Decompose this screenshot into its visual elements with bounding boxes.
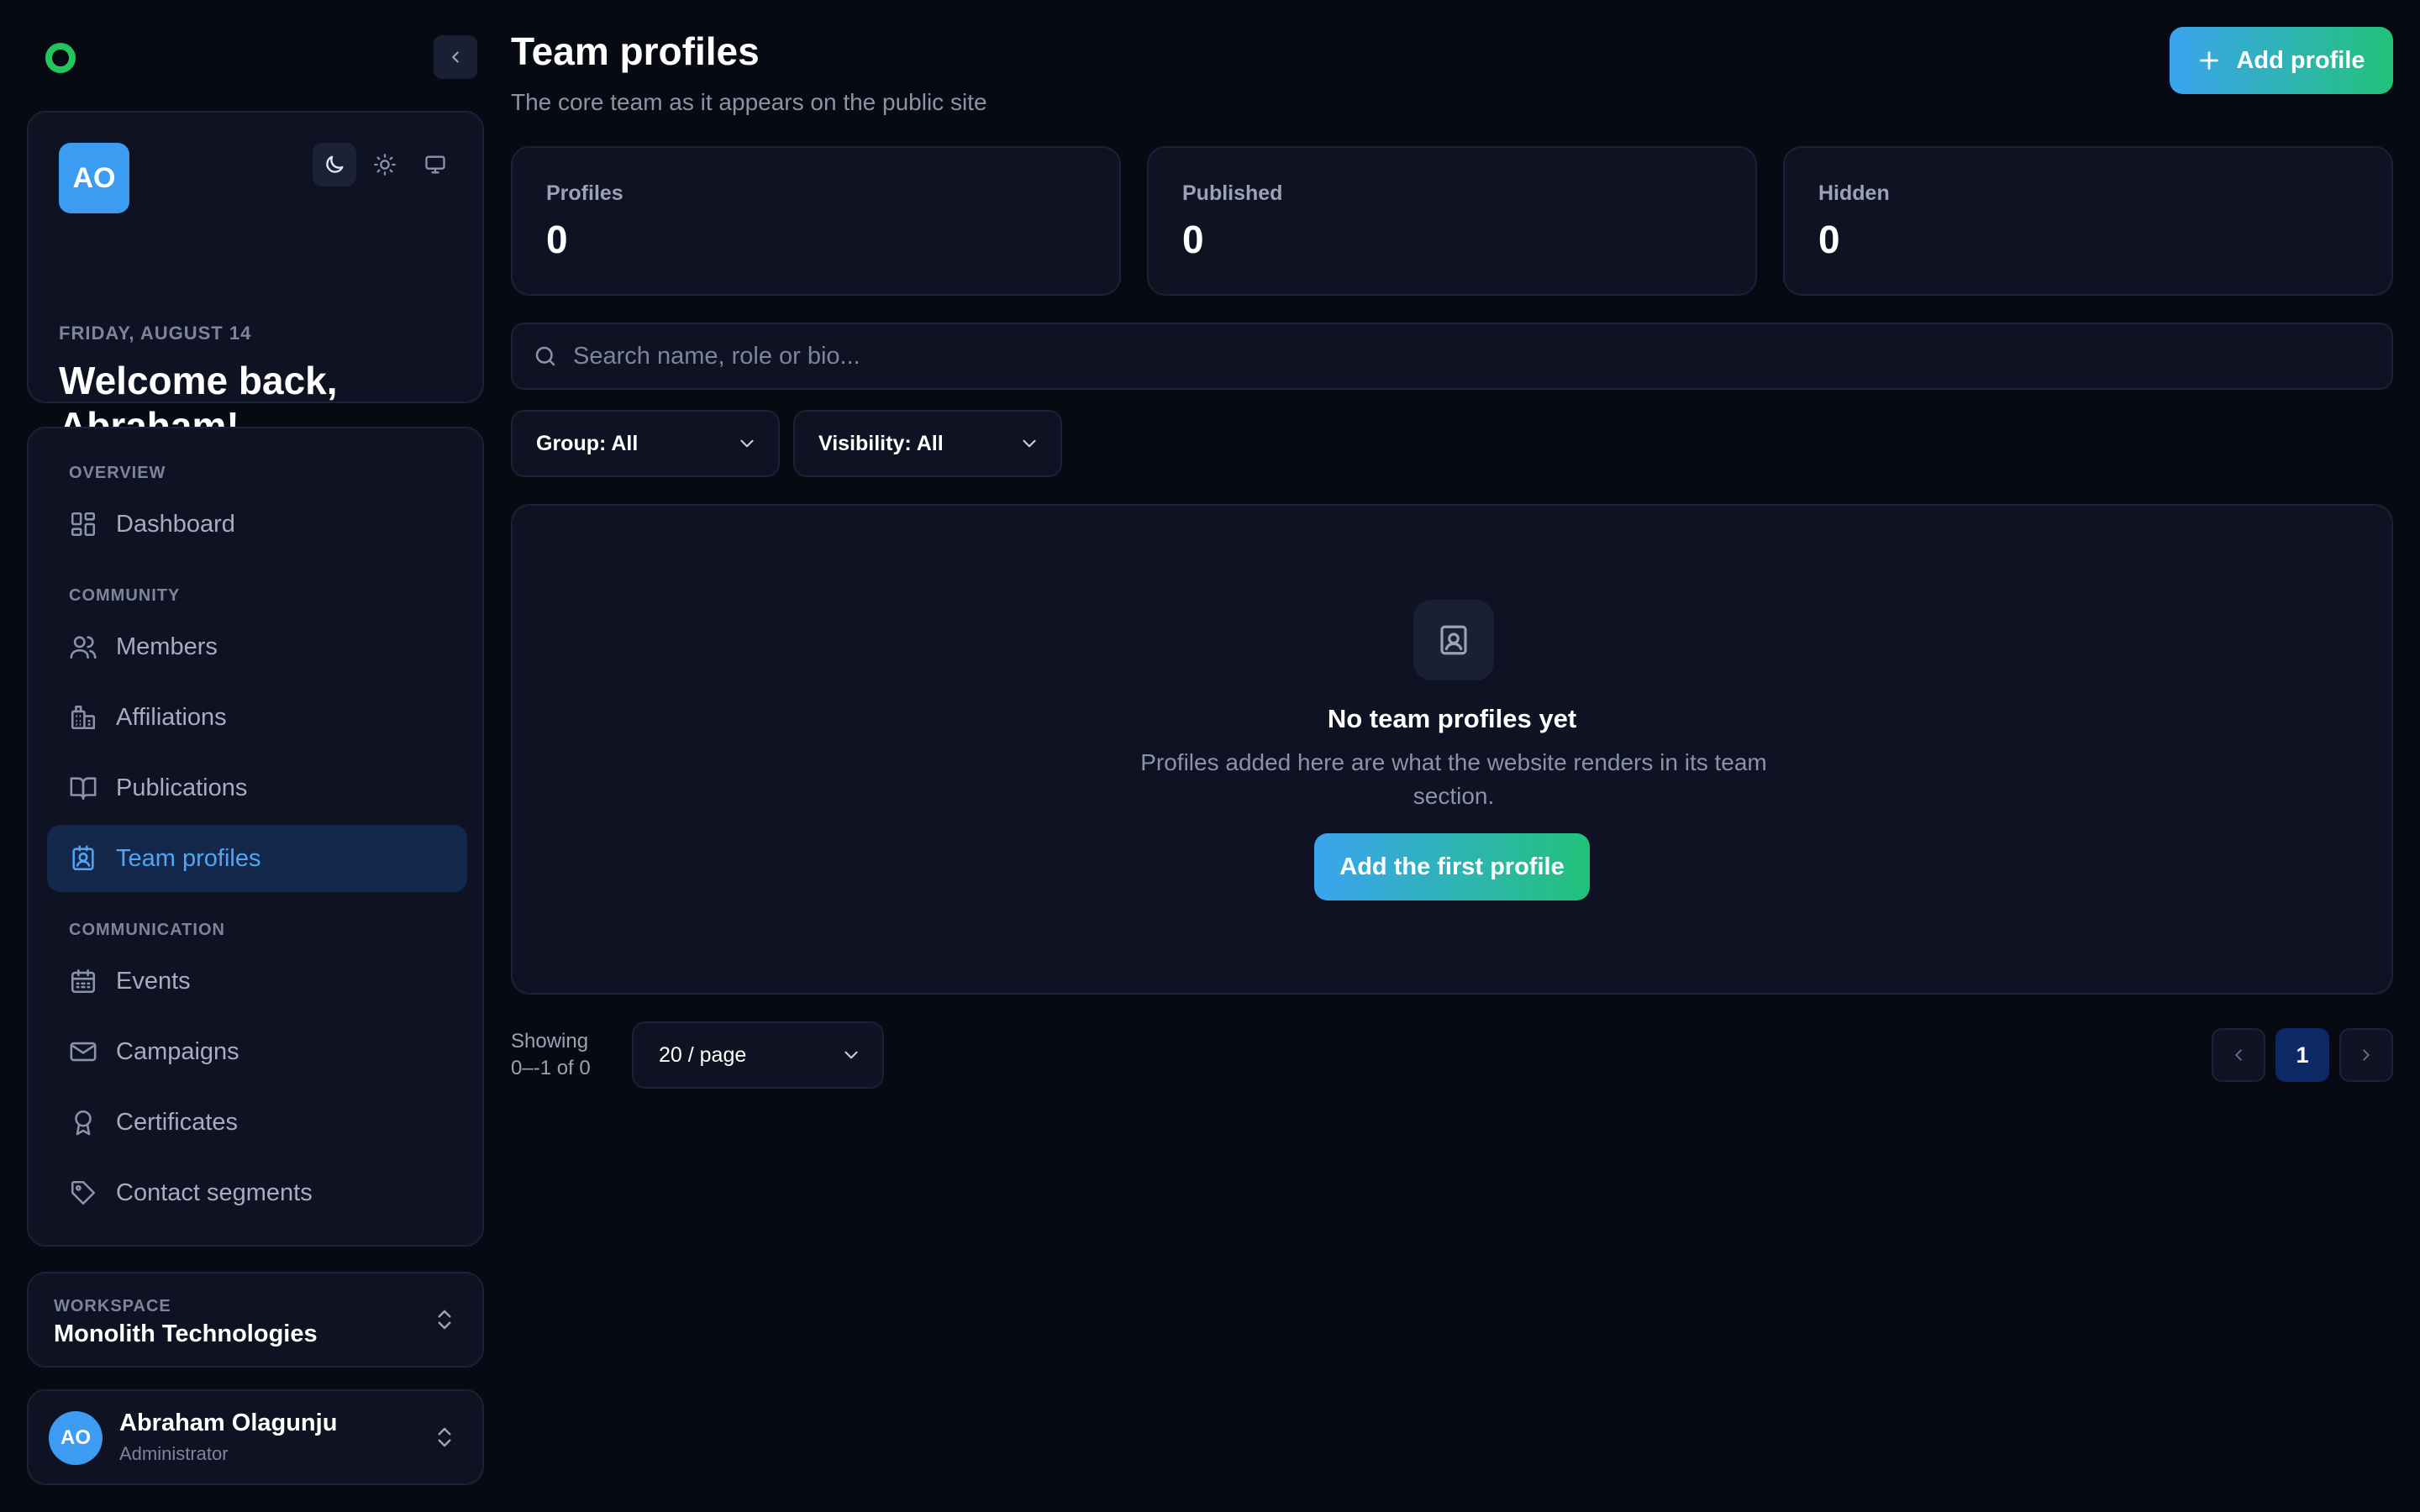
tag-icon bbox=[71, 1180, 96, 1205]
nav-section-community: COMMUNITY bbox=[69, 586, 181, 605]
users-icon bbox=[70, 636, 97, 659]
collapse-sidebar-button[interactable] bbox=[434, 35, 477, 79]
add-profile-label: Add profile bbox=[2236, 46, 2365, 74]
contact-card-icon bbox=[1440, 625, 1467, 655]
user-role: Administrator bbox=[119, 1443, 229, 1464]
per-page-select[interactable]: 20 / page bbox=[632, 1021, 884, 1089]
empty-state-description: Profiles added here are what the website… bbox=[1140, 749, 1767, 809]
page-1-button[interactable]: 1 bbox=[2275, 1028, 2329, 1082]
theme-light-button[interactable] bbox=[363, 143, 407, 186]
plus-icon bbox=[2200, 51, 2219, 70]
chevron-up-down-icon bbox=[438, 1310, 451, 1330]
moon-icon bbox=[326, 155, 344, 173]
chevron-down-icon bbox=[740, 439, 754, 448]
stat-value: 0 bbox=[546, 218, 568, 261]
book-open-icon bbox=[70, 777, 97, 801]
previous-page-button[interactable] bbox=[2212, 1028, 2265, 1082]
chevron-left-icon bbox=[452, 51, 459, 63]
add-profile-button[interactable]: Add profile bbox=[2170, 27, 2393, 94]
user-menu[interactable]: AO Abraham Olagunju Administrator bbox=[27, 1389, 484, 1485]
workspace-switcher[interactable]: WORKSPACE Monolith Technologies bbox=[27, 1272, 484, 1368]
contact-card-icon bbox=[72, 845, 94, 871]
sidebar-item-events[interactable]: Events bbox=[47, 948, 467, 1015]
theme-switch bbox=[313, 143, 457, 186]
sun-icon bbox=[374, 154, 396, 176]
dashboard-icon bbox=[71, 512, 96, 537]
search-icon bbox=[535, 346, 555, 366]
workspace-name: Monolith Technologies bbox=[54, 1320, 318, 1347]
stat-value: 0 bbox=[1818, 218, 1840, 261]
user-name: Abraham Olagunju bbox=[119, 1410, 338, 1436]
sidebar-item-label: Certificates bbox=[116, 1108, 239, 1136]
sidebar-item-label: Affiliations bbox=[116, 703, 227, 731]
sidebar-item-label: Members bbox=[116, 633, 218, 660]
empty-state-title: No team profiles yet bbox=[1327, 704, 1577, 733]
stat-card-published: Published 0 bbox=[1147, 146, 1757, 296]
stat-label: Profiles bbox=[546, 181, 623, 205]
empty-state-panel: No team profiles yet Profiles added here… bbox=[511, 504, 2393, 995]
empty-state-icon-wrapper bbox=[1413, 600, 1494, 680]
visibility-filter-select[interactable]: Visibility: All bbox=[793, 410, 1062, 477]
sidebar-item-label: Events bbox=[116, 967, 191, 995]
sidebar-item-label: Dashboard bbox=[116, 510, 235, 538]
monitor-icon bbox=[425, 155, 445, 174]
award-icon bbox=[75, 1110, 92, 1136]
per-page-value: 20 / page bbox=[659, 1042, 747, 1067]
sidebar-item-dashboard[interactable]: Dashboard bbox=[47, 491, 467, 558]
calendar-icon bbox=[71, 969, 96, 994]
chevron-left-icon bbox=[2235, 1049, 2242, 1061]
sidebar-nav: OVERVIEW Dashboard COMMUNITY Members Aff… bbox=[27, 427, 484, 1247]
sidebar-item-campaigns[interactable]: Campaigns bbox=[47, 1018, 467, 1085]
sidebar-item-certificates[interactable]: Certificates bbox=[47, 1089, 467, 1156]
nav-section-communication: COMMUNICATION bbox=[69, 921, 225, 939]
theme-dark-button[interactable] bbox=[313, 143, 356, 186]
sidebar-item-team-profiles[interactable]: Team profiles bbox=[47, 825, 467, 892]
page-title: Team profiles bbox=[511, 29, 760, 73]
logo-icon bbox=[45, 43, 76, 73]
chevron-right-icon bbox=[2363, 1049, 2370, 1061]
sidebar: AO FRIDAY, AUGUST 14 Welcome back, Abrah… bbox=[27, 30, 484, 1485]
chevron-up-down-icon bbox=[438, 1427, 451, 1447]
sidebar-item-affiliations[interactable]: Affiliations bbox=[47, 684, 467, 751]
showing-range: 0–-1 of 0 bbox=[511, 1057, 591, 1079]
mail-icon bbox=[70, 1042, 97, 1062]
sidebar-item-members[interactable]: Members bbox=[47, 613, 467, 680]
stat-label: Hidden bbox=[1818, 181, 1890, 205]
page-subtitle: The core team as it appears on the publi… bbox=[511, 89, 987, 115]
avatar: AO bbox=[59, 143, 129, 213]
next-page-button[interactable] bbox=[2339, 1028, 2393, 1082]
app-root: AO FRIDAY, AUGUST 14 Welcome back, Abrah… bbox=[0, 0, 2420, 1512]
sidebar-item-publications[interactable]: Publications bbox=[47, 754, 467, 822]
current-date: FRIDAY, AUGUST 14 bbox=[59, 323, 252, 344]
search-input[interactable] bbox=[573, 342, 2254, 370]
showing-label: Showing bbox=[511, 1030, 589, 1053]
chevron-down-icon bbox=[1023, 439, 1036, 448]
sidebar-item-contact-segments[interactable]: Contact segments bbox=[47, 1159, 467, 1226]
group-filter-value: Group: All bbox=[536, 431, 639, 455]
nav-section-overview: OVERVIEW bbox=[69, 464, 166, 482]
sidebar-item-label: Team profiles bbox=[116, 844, 261, 872]
sidebar-item-label: Contact segments bbox=[116, 1179, 313, 1206]
workspace-label: WORKSPACE bbox=[54, 1297, 171, 1315]
theme-system-button[interactable] bbox=[413, 143, 457, 186]
stat-card-hidden: Hidden 0 bbox=[1783, 146, 2393, 296]
visibility-filter-value: Visibility: All bbox=[818, 431, 944, 455]
pagination-summary: Showing 0–-1 of 0 bbox=[511, 1028, 591, 1082]
stat-value: 0 bbox=[1182, 218, 1204, 261]
stat-card-profiles: Profiles 0 bbox=[511, 146, 1121, 296]
search-bar bbox=[511, 323, 2393, 390]
chevron-down-icon bbox=[844, 1051, 858, 1059]
sidebar-item-label: Campaigns bbox=[116, 1037, 239, 1065]
group-filter-select[interactable]: Group: All bbox=[511, 410, 780, 477]
sidebar-item-label: Publications bbox=[116, 774, 248, 801]
stat-label: Published bbox=[1182, 181, 1283, 205]
building-icon bbox=[71, 705, 96, 730]
welcome-card: AO FRIDAY, AUGUST 14 Welcome back, Abrah… bbox=[27, 111, 484, 448]
user-avatar: AO bbox=[49, 1411, 103, 1465]
add-first-profile-button[interactable]: Add the first profile bbox=[1314, 833, 1590, 900]
